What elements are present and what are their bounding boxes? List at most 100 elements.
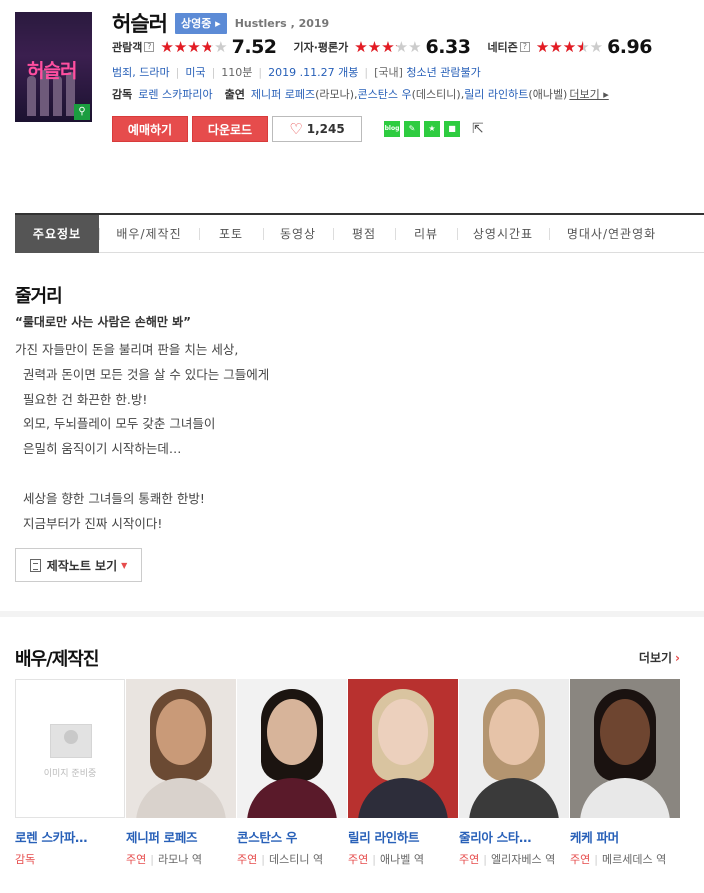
genre-link[interactable]: 범죄, 드라마 — [112, 64, 170, 80]
shoulders-shape — [247, 778, 337, 818]
cast-name[interactable]: 콘스탄스 우 — [237, 827, 347, 846]
synopsis-text: 가진 자들만이 돈을 불리며 판을 치는 세상, 권력과 돈이면 모든 것을 살… — [15, 338, 269, 536]
cast-character: 애나벨 역 — [379, 853, 424, 866]
separator: | — [150, 853, 154, 866]
cast-role: 주연 | 라모나 역 — [126, 851, 236, 868]
cast-photo[interactable] — [126, 679, 236, 818]
tab-video[interactable]: 동영상 — [263, 215, 333, 253]
release-link[interactable]: 2019 .11.27 개봉 — [268, 64, 358, 80]
synopsis-line: 은밀히 움직이기 시작하는데… — [15, 441, 182, 457]
country-link[interactable]: 미국 — [185, 64, 205, 80]
shoulders-shape — [469, 778, 559, 818]
blog-icon[interactable]: blog — [384, 121, 400, 137]
tab-review[interactable]: 리뷰 — [395, 215, 457, 253]
cast-name[interactable]: 제니퍼 로페즈 — [126, 827, 236, 846]
cast-photo[interactable] — [459, 679, 569, 818]
tab-main-info[interactable]: 주요정보 — [15, 214, 99, 253]
zoom-icon[interactable]: ⚲ — [74, 104, 90, 120]
placeholder-text: 이미지 준비중 — [43, 769, 97, 779]
rating-critics: 기자·평론가 ★★★★★★★★★★ 6.33 — [294, 36, 471, 58]
cast-card[interactable]: 이미지 준비중로렌 스카파… 감독 — [15, 679, 125, 893]
movie-poster[interactable]: 허슬러 ⚲ — [15, 12, 92, 122]
production-note-button[interactable]: 제작노트 보기 ▼ — [15, 548, 142, 582]
face-shape — [600, 699, 650, 765]
face-shape — [378, 699, 428, 765]
share-icon[interactable]: ⇱ — [472, 121, 484, 137]
cast-name[interactable]: 케케 파머 — [570, 827, 680, 846]
cast-role: (라모나), — [315, 88, 358, 101]
cast-link[interactable]: 릴리 라인하트 — [464, 86, 528, 102]
shoulders-shape — [136, 778, 226, 818]
star-icon[interactable]: ★ — [424, 121, 440, 137]
cast-link[interactable]: 제니퍼 로페즈 — [251, 86, 315, 102]
cast-photo[interactable] — [348, 679, 458, 818]
cast-card[interactable]: 줄리아 스타… 주연 | 엘리자베스 역 — [459, 679, 569, 893]
tab-cast[interactable]: 배우/제작진 — [99, 215, 199, 253]
star-rating: ★★★★★★★★★★ — [535, 37, 604, 56]
shoulders-shape — [358, 778, 448, 818]
cast-role: 주연 | 데스티니 역 — [237, 851, 347, 868]
cast-position: 주연 — [459, 853, 480, 866]
synopsis-line: 권력과 돈이면 모든 것을 살 수 있다는 그들에게 — [15, 366, 270, 382]
cast-photo[interactable] — [237, 679, 347, 818]
cast-card[interactable]: 제니퍼 로페즈주연 | 라모나 역 — [126, 679, 236, 893]
poster-title: 허슬러 — [27, 60, 77, 82]
face-shape — [489, 699, 539, 765]
document-icon — [29, 558, 41, 572]
cast-position: 주연 — [348, 853, 369, 866]
movie-title: 허슬러 — [112, 12, 168, 36]
synopsis-line — [15, 462, 269, 487]
rating-score: 6.96 — [607, 36, 652, 58]
rating-score: 6.33 — [425, 36, 471, 58]
director-link[interactable]: 로렌 스카파리아 — [138, 86, 212, 102]
heart-icon: ♡ — [289, 120, 303, 138]
shoulders-shape — [580, 778, 670, 818]
cast-name[interactable]: 로렌 스카파… — [15, 827, 125, 846]
cast-role: 주연 | 메르세데스 역 — [570, 851, 680, 868]
synopsis-line: 가진 자들만이 돈을 불리며 판을 치는 세상, — [15, 342, 239, 357]
face-shape — [267, 699, 317, 765]
download-button[interactable]: 다운로드 — [192, 116, 268, 142]
placeholder-person-icon — [50, 724, 92, 758]
cast-character: 데스티니 역 — [268, 853, 324, 866]
synopsis-quote: “룰대로만 사는 사람은 손해만 봐” — [15, 315, 192, 329]
cast-card[interactable]: 케케 파머주연 | 메르세데스 역 — [570, 679, 680, 893]
cast-name[interactable]: 줄리아 스타… — [459, 827, 569, 846]
cast-photo[interactable]: 이미지 준비중 — [15, 679, 125, 818]
cast-role: (애나벨) — [528, 88, 568, 101]
separator: | — [261, 853, 265, 866]
production-note-label: 제작노트 보기 — [46, 558, 118, 573]
square-icon[interactable]: ■ — [444, 121, 460, 137]
cast-character: 엘리자베스 역 — [490, 853, 556, 866]
help-icon[interactable]: ? — [519, 42, 530, 52]
cast-name[interactable]: 릴리 라인하트 — [348, 827, 458, 846]
tab-score[interactable]: 평점 — [333, 215, 395, 253]
cast-link[interactable]: 콘스탄스 우 — [358, 86, 412, 102]
cast-card[interactable]: 릴리 라인하트 주연 | 애나벨 역 — [348, 679, 458, 893]
rating-label: 관람객 — [112, 41, 143, 54]
cast-card[interactable]: 콘스탄스 우주연 | 데스티니 역 — [237, 679, 347, 893]
tab-bar: 주요정보 배우/제작진 포토 동영상 평점 리뷰 상영시간표 명대사/연관영화 — [15, 213, 704, 253]
tab-photo[interactable]: 포토 — [199, 215, 263, 253]
cast-position: 주연 — [570, 853, 591, 866]
more-link[interactable]: 더보기 ▸ — [569, 86, 608, 102]
like-button[interactable]: ♡ 1,245 — [272, 116, 362, 142]
synopsis-line: 외모, 두뇌플레이 모두 갖춘 그녀들이 — [15, 416, 216, 432]
cast-more-label: 더보기 — [638, 651, 673, 665]
cast-more-link[interactable]: 더보기 › — [639, 649, 680, 666]
status-badge[interactable]: 상영중 ▸ — [174, 12, 227, 34]
face-shape — [156, 699, 206, 765]
rating-netizen: 네티즌 ? ★★★★★★★★★★ 6.96 — [487, 36, 652, 58]
section-divider — [0, 611, 704, 617]
age-rating-link[interactable]: 청소년 관람불가 — [406, 64, 480, 80]
reserve-button[interactable]: 예매하기 — [112, 116, 188, 142]
cast-position: 감독 — [15, 853, 36, 866]
credits-info: 감독 로렌 스카파리아 출연 제니퍼 로페즈 (라모나), 콘스탄스 우 (데스티니… — [112, 86, 609, 102]
movie-info: 범죄, 드라마 | 미국 | 110분 | 2019 .11.27 개봉 | [… — [112, 64, 481, 80]
rating-label: 기자·평론가 — [293, 41, 349, 54]
tab-quotes[interactable]: 명대사/연관영화 — [549, 215, 674, 253]
tab-showtimes[interactable]: 상영시간표 — [457, 215, 549, 253]
cast-photo[interactable] — [570, 679, 680, 818]
band-icon[interactable]: ✎ — [404, 121, 420, 137]
help-icon[interactable]: ? — [144, 42, 155, 52]
